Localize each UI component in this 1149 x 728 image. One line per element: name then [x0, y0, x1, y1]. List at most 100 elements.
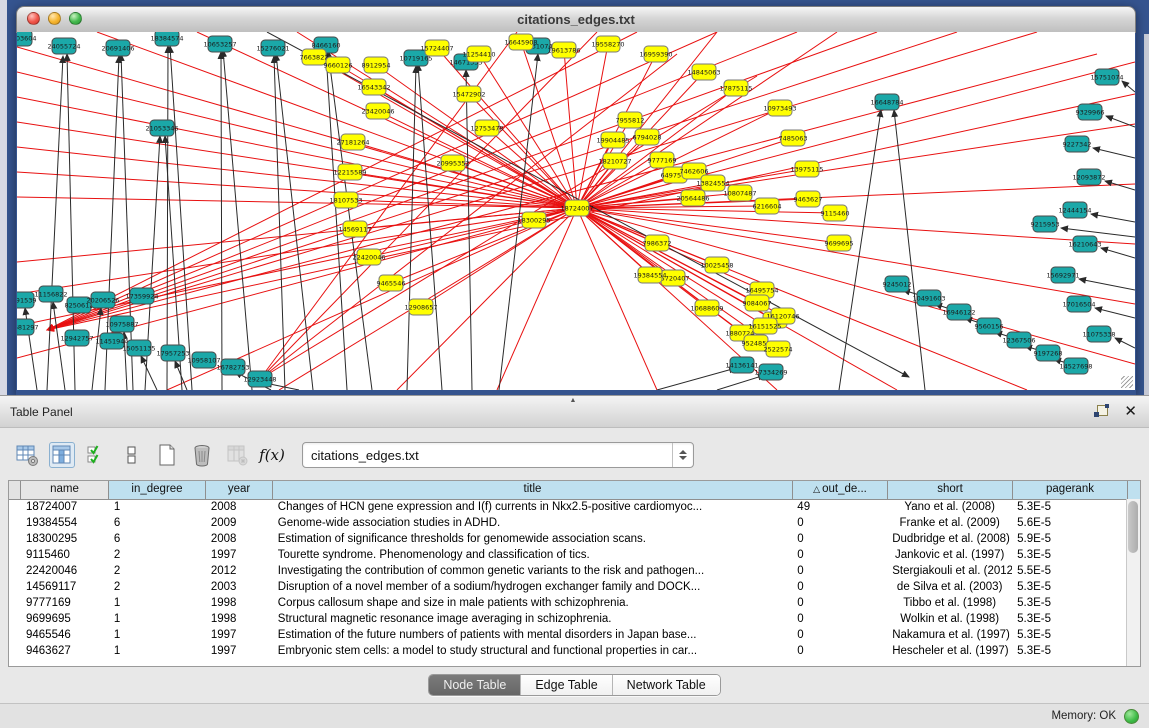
graph-node[interactable]: 20995352 [436, 155, 469, 171]
graph-node[interactable]: 9215953 [1031, 216, 1060, 232]
edge[interactable] [1061, 228, 1135, 237]
graph-node[interactable]: 9245012 [883, 276, 912, 292]
table-row[interactable]: 946554611997Estimation of the future num… [9, 627, 1127, 643]
select-columns-icon[interactable] [84, 442, 110, 468]
row-height-icon[interactable] [119, 442, 145, 468]
graph-node[interactable]: 2522574 [764, 341, 793, 357]
graph-node[interactable]: 9197268 [1034, 345, 1063, 361]
edge[interactable] [407, 66, 416, 390]
tab-node-table[interactable]: Node Table [429, 675, 521, 695]
graph-node[interactable]: 12367506 [1002, 332, 1035, 348]
graph-node[interactable]: 14569117 [338, 221, 371, 237]
graph-node[interactable]: 19904485 [596, 132, 629, 148]
graph-node[interactable]: 16648784 [870, 94, 903, 110]
graph-node[interactable]: 23420046 [361, 103, 394, 119]
graph-node[interactable]: 18384574 [150, 32, 183, 46]
graph-node[interactable]: 27181264 [336, 134, 369, 150]
graph-node[interactable]: 9777169 [648, 152, 677, 168]
graph-node[interactable]: 17016504 [1062, 296, 1095, 312]
column-header-in-degree[interactable]: in_degree [109, 481, 206, 499]
graph-node[interactable]: 19613786 [547, 42, 580, 58]
graph-node[interactable]: 12942757 [60, 330, 93, 346]
graph-node[interactable]: 15276021 [256, 40, 289, 56]
graph-node[interactable]: 9463627 [794, 191, 823, 207]
function-builder-icon[interactable]: f(x) [259, 442, 285, 468]
table-mode-icon[interactable] [14, 442, 40, 468]
table-row[interactable]: 911546021997Tourette syndrome. Phenomeno… [9, 547, 1127, 563]
graph-node[interactable]: 12444154 [1058, 202, 1091, 218]
graph-node[interactable]: 14527698 [1059, 358, 1092, 374]
citation-edge[interactable] [577, 208, 765, 326]
edge[interactable] [1106, 116, 1135, 127]
column-header-name[interactable]: name [21, 481, 109, 499]
graph-node[interactable]: 20691406 [101, 40, 134, 56]
citation-edge[interactable] [564, 50, 577, 208]
edge[interactable] [1095, 308, 1135, 318]
network-window-titlebar[interactable]: citations_edges.txt [16, 6, 1136, 33]
edge[interactable] [170, 46, 192, 390]
close-panel-icon[interactable]: ✕ [1124, 404, 1137, 419]
minimize-window-button[interactable] [48, 12, 61, 25]
edge[interactable] [1122, 81, 1135, 92]
edge[interactable] [141, 356, 157, 390]
graph-node[interactable]: 9660126 [324, 57, 353, 73]
graph-node[interactable]: 22420046 [352, 249, 385, 265]
graph-node[interactable]: 16151525 [748, 318, 781, 334]
new-table-icon[interactable] [154, 442, 180, 468]
graph-node[interactable]: 20681297 [17, 319, 39, 335]
graph-node[interactable]: 18107533 [329, 192, 362, 208]
graph-node[interactable]: 20206526 [86, 292, 119, 308]
table-row[interactable]: 1872400712008Changes of HCN gene express… [9, 499, 1127, 515]
graph-node[interactable]: 12093872 [1072, 169, 1105, 185]
scrollbar-thumb[interactable] [1128, 501, 1138, 553]
edge[interactable] [657, 368, 736, 390]
column-header-pagerank[interactable]: pagerank [1013, 481, 1128, 499]
edge[interactable] [1093, 148, 1135, 158]
network-canvas[interactable]: 1610360424055724206914061838457410653257… [17, 32, 1135, 390]
graph-node[interactable]: 10653257 [203, 36, 236, 52]
graph-node[interactable]: 7485063 [779, 130, 808, 146]
graph-node[interactable]: 12923448 [243, 371, 276, 387]
graph-node[interactable]: 7986372 [643, 235, 672, 251]
table-body[interactable]: 1872400712008Changes of HCN gene express… [9, 499, 1127, 666]
edge[interactable] [1079, 279, 1135, 290]
graph-node[interactable]: 9329966 [1076, 104, 1105, 120]
citation-edge[interactable] [17, 72, 577, 208]
network-table-select[interactable]: citations_edges.txt [302, 442, 694, 468]
graph-node[interactable]: 11156822 [34, 286, 67, 302]
window-resize-grip[interactable] [1121, 376, 1133, 388]
graph-node[interactable]: 17359924 [125, 288, 158, 304]
graph-node[interactable]: 9560156 [975, 318, 1004, 334]
citation-network-graph[interactable]: 1610360424055724206914061838457410653257… [17, 32, 1135, 390]
graph-node[interactable]: 12908657 [404, 299, 437, 315]
tab-network-table[interactable]: Network Table [613, 675, 720, 695]
graph-node[interactable]: 16543342 [357, 79, 390, 95]
table-row[interactable]: 2242004622012Investigating the contribut… [9, 563, 1127, 579]
graph-node[interactable]: 10807487 [723, 185, 756, 201]
citation-edge[interactable] [421, 208, 577, 307]
citation-edge[interactable] [47, 32, 957, 330]
graph-node[interactable]: 10025458 [700, 257, 733, 273]
edge[interactable] [1115, 338, 1135, 348]
table-row[interactable]: 946362711997Embryonic stem cells: a mode… [9, 643, 1127, 659]
graph-node[interactable]: 20564486 [676, 190, 709, 206]
edge[interactable] [167, 46, 168, 390]
column-header-year[interactable]: year [206, 481, 273, 499]
graph-node[interactable]: 16946122 [942, 304, 975, 320]
graph-node[interactable]: 16103604 [17, 32, 37, 46]
graph-node[interactable]: 13975115 [790, 161, 823, 177]
graph-node[interactable]: 18724007 [560, 200, 593, 216]
graph-node[interactable]: 9084067 [743, 295, 772, 311]
graph-node[interactable]: 21053346 [145, 120, 178, 136]
graph-node[interactable]: 17957253 [156, 345, 189, 361]
graph-node[interactable]: 9227342 [1063, 136, 1092, 152]
graph-node[interactable]: 15051135 [122, 340, 155, 356]
vertical-scrollbar[interactable] [1126, 499, 1140, 666]
citation-edge[interactable] [47, 32, 637, 330]
delete-table-icon[interactable] [189, 442, 215, 468]
graph-node[interactable]: 15751074 [1090, 69, 1123, 85]
edge[interactable] [1091, 214, 1135, 222]
graph-node[interactable]: 17334269 [754, 364, 787, 380]
memory-ok-indicator-icon[interactable] [1124, 709, 1139, 724]
graph-node[interactable]: 6794028 [633, 129, 662, 145]
